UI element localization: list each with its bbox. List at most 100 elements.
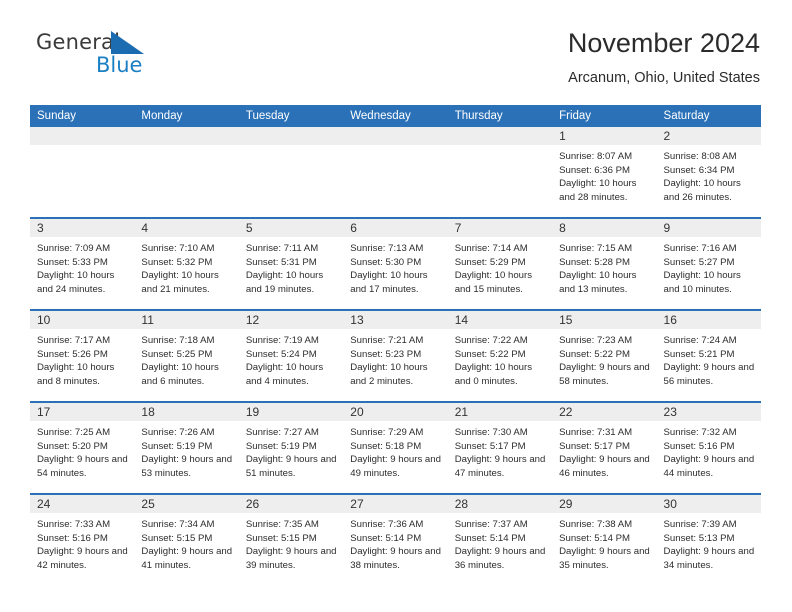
daylight-text: Daylight: 9 hours and 39 minutes. xyxy=(245,546,337,571)
day-details: Sunrise: 7:23 AM Sunset: 5:22 PM Daylight:… xyxy=(552,329,656,388)
day-number: 8 xyxy=(552,219,657,237)
day-number: 15 xyxy=(552,311,657,329)
calendar-cell-day[interactable]: 27 Sunrise: 7:36 AM Sunset: 5:14 PM Dayligh… xyxy=(343,493,448,585)
day-number: 5 xyxy=(238,219,344,237)
sunset-text: Sunset: 5:17 PM xyxy=(454,440,526,452)
sunrise-text: Sunrise: 7:26 AM xyxy=(141,427,215,438)
calendar-cell-day[interactable]: 28 Sunrise: 7:37 AM Sunset: 5:14 PM Dayligh… xyxy=(447,493,553,585)
calendar-cell-day[interactable]: 16 Sunrise: 7:24 AM Sunset: 5:21 PM Dayligh… xyxy=(656,309,761,402)
calendar-cell-day[interactable]: 22 Sunrise: 7:31 AM Sunset: 5:17 PM Dayligh… xyxy=(552,401,657,494)
calendar-cell-day[interactable]: 10 Sunrise: 7:17 AM Sunset: 5:26 PM Dayligh… xyxy=(30,309,135,402)
sunset-text: Sunset: 5:27 PM xyxy=(663,256,735,268)
sunrise-text: Sunrise: 7:39 AM xyxy=(663,519,737,530)
day-details: Sunrise: 7:27 AM Sunset: 5:19 PM Daylight:… xyxy=(239,421,343,480)
calendar-cell-day[interactable]: 23 Sunrise: 7:32 AM Sunset: 5:16 PM Dayligh… xyxy=(656,401,761,494)
sunset-text: Sunset: 5:22 PM xyxy=(559,348,631,360)
day-number: 14 xyxy=(447,311,553,329)
calendar-cell-day[interactable]: 2 Sunrise: 8:08 AM Sunset: 6:34 PM Daylight… xyxy=(656,127,761,218)
calendar-cell-day[interactable]: 9 Sunrise: 7:16 AM Sunset: 5:27 PM Daylight… xyxy=(656,217,761,310)
calendar-cell-day[interactable]: 14 Sunrise: 7:22 AM Sunset: 5:22 PM Dayligh… xyxy=(447,309,553,402)
calendar-cell-day[interactable]: 11 Sunrise: 7:18 AM Sunset: 5:25 PM Dayligh… xyxy=(134,309,239,402)
calendar-cell-day[interactable]: 19 Sunrise: 7:27 AM Sunset: 5:19 PM Dayligh… xyxy=(238,401,344,494)
calendar-cell-day[interactable]: 13 Sunrise: 7:21 AM Sunset: 5:23 PM Dayligh… xyxy=(343,309,448,402)
calendar-cell-day[interactable]: 29 Sunrise: 7:38 AM Sunset: 5:14 PM Dayligh… xyxy=(552,493,657,585)
day-number xyxy=(343,127,448,145)
day-details: Sunrise: 7:21 AM Sunset: 5:23 PM Daylight:… xyxy=(343,329,447,388)
calendar-cell-day[interactable]: 24 Sunrise: 7:33 AM Sunset: 5:16 PM Dayligh… xyxy=(30,493,135,585)
calendar-cell-day[interactable]: 8 Sunrise: 7:15 AM Sunset: 5:28 PM Daylight… xyxy=(552,217,657,310)
sunset-text: Sunset: 5:24 PM xyxy=(245,348,317,360)
daylight-text: Daylight: 10 hours and 28 minutes. xyxy=(559,178,637,203)
daylight-text: Daylight: 9 hours and 46 minutes. xyxy=(559,454,650,479)
sunset-text: Sunset: 6:36 PM xyxy=(559,164,631,176)
day-details: Sunrise: 7:17 AM Sunset: 5:26 PM Daylight:… xyxy=(30,329,134,388)
page-header: General Blue November 2024 Arcanum, Ohio… xyxy=(30,26,760,98)
sunrise-text: Sunrise: 7:33 AM xyxy=(37,519,111,530)
weekday-header-friday: Friday xyxy=(552,105,657,127)
calendar-header-row: Sunday Monday Tuesday Wednesday Thursday… xyxy=(30,105,761,127)
day-details: Sunrise: 7:19 AM Sunset: 5:24 PM Daylight:… xyxy=(239,329,343,388)
day-details: Sunrise: 7:38 AM Sunset: 5:14 PM Daylight:… xyxy=(552,513,656,572)
sunrise-text: Sunrise: 7:35 AM xyxy=(245,519,319,530)
calendar-cell-day[interactable]: 5 Sunrise: 7:11 AM Sunset: 5:31 PM Daylight… xyxy=(238,217,344,310)
day-number: 28 xyxy=(447,495,553,513)
daylight-text: Daylight: 10 hours and 21 minutes. xyxy=(141,270,219,295)
day-number: 6 xyxy=(343,219,448,237)
sunset-text: Sunset: 5:14 PM xyxy=(350,532,422,544)
logo-text-blue: Blue xyxy=(96,53,143,77)
daylight-text: Daylight: 10 hours and 24 minutes. xyxy=(37,270,115,295)
calendar-cell-day[interactable]: 25 Sunrise: 7:34 AM Sunset: 5:15 PM Dayligh… xyxy=(134,493,239,585)
day-number: 9 xyxy=(656,219,761,237)
day-number: 21 xyxy=(447,403,553,421)
calendar-cell-day[interactable]: 18 Sunrise: 7:26 AM Sunset: 5:19 PM Dayligh… xyxy=(134,401,239,494)
daylight-text: Daylight: 9 hours and 51 minutes. xyxy=(245,454,337,479)
sunset-text: Sunset: 5:19 PM xyxy=(141,440,213,452)
day-number: 2 xyxy=(656,127,761,145)
calendar-cell-day[interactable]: 21 Sunrise: 7:30 AM Sunset: 5:17 PM Dayligh… xyxy=(447,401,553,494)
day-number: 12 xyxy=(238,311,344,329)
calendar-cell-day[interactable]: 7 Sunrise: 7:14 AM Sunset: 5:29 PM Daylight… xyxy=(447,217,553,310)
sunset-text: Sunset: 5:18 PM xyxy=(350,440,422,452)
calendar-cell-day[interactable]: 26 Sunrise: 7:35 AM Sunset: 5:15 PM Dayligh… xyxy=(238,493,344,585)
sunrise-text: Sunrise: 7:19 AM xyxy=(245,335,319,346)
calendar-cell-day[interactable]: 4 Sunrise: 7:10 AM Sunset: 5:32 PM Daylight… xyxy=(134,217,239,310)
daylight-text: Daylight: 10 hours and 26 minutes. xyxy=(663,178,741,203)
sunset-text: Sunset: 5:15 PM xyxy=(141,532,213,544)
sunrise-text: Sunrise: 7:29 AM xyxy=(350,427,424,438)
calendar-week-row: 10 Sunrise: 7:17 AM Sunset: 5:26 PM Dayligh… xyxy=(30,309,761,402)
day-details: Sunrise: 7:13 AM Sunset: 5:30 PM Daylight:… xyxy=(343,237,447,296)
daylight-text: Daylight: 10 hours and 19 minutes. xyxy=(245,270,324,295)
calendar-cell-day[interactable]: 20 Sunrise: 7:29 AM Sunset: 5:18 PM Dayligh… xyxy=(343,401,448,494)
calendar-cell-day[interactable]: 12 Sunrise: 7:19 AM Sunset: 5:24 PM Dayligh… xyxy=(238,309,344,402)
day-number: 20 xyxy=(343,403,448,421)
sunrise-text: Sunrise: 7:24 AM xyxy=(663,335,737,346)
day-details: Sunrise: 7:31 AM Sunset: 5:17 PM Daylight:… xyxy=(552,421,656,480)
sunrise-text: Sunrise: 8:07 AM xyxy=(559,151,633,162)
calendar-cell-day[interactable]: 17 Sunrise: 7:25 AM Sunset: 5:20 PM Dayligh… xyxy=(30,401,135,494)
daylight-text: Daylight: 10 hours and 17 minutes. xyxy=(350,270,428,295)
calendar-cell-day[interactable]: 1 Sunrise: 8:07 AM Sunset: 6:36 PM Daylight… xyxy=(552,127,657,218)
sunset-text: Sunset: 5:32 PM xyxy=(141,256,213,268)
weekday-header-monday: Monday xyxy=(134,105,239,127)
daylight-text: Daylight: 9 hours and 42 minutes. xyxy=(37,546,128,571)
calendar-cell-day[interactable]: 3 Sunrise: 7:09 AM Sunset: 5:33 PM Daylight… xyxy=(30,217,135,310)
day-number: 4 xyxy=(134,219,239,237)
weekday-header-wednesday: Wednesday xyxy=(343,105,448,127)
sunset-text: Sunset: 5:16 PM xyxy=(37,532,108,544)
day-number: 1 xyxy=(552,127,657,145)
sunset-text: Sunset: 5:33 PM xyxy=(37,256,108,268)
daylight-text: Daylight: 9 hours and 58 minutes. xyxy=(559,362,650,387)
daylight-text: Daylight: 10 hours and 6 minutes. xyxy=(141,362,219,387)
daylight-text: Daylight: 10 hours and 15 minutes. xyxy=(454,270,533,295)
day-number xyxy=(30,127,135,145)
day-number: 3 xyxy=(30,219,135,237)
sunset-text: Sunset: 5:28 PM xyxy=(559,256,631,268)
sunrise-text: Sunrise: 7:31 AM xyxy=(559,427,633,438)
calendar-cell-day[interactable]: 30 Sunrise: 7:39 AM Sunset: 5:13 PM Dayligh… xyxy=(656,493,761,585)
calendar-cell-day[interactable]: 15 Sunrise: 7:23 AM Sunset: 5:22 PM Dayligh… xyxy=(552,309,657,402)
sunrise-text: Sunrise: 7:21 AM xyxy=(350,335,424,346)
daylight-text: Daylight: 9 hours and 47 minutes. xyxy=(454,454,546,479)
general-blue-logo: General Blue xyxy=(36,30,206,86)
day-details: Sunrise: 7:10 AM Sunset: 5:32 PM Daylight:… xyxy=(134,237,238,296)
calendar-cell-day[interactable]: 6 Sunrise: 7:13 AM Sunset: 5:30 PM Daylight… xyxy=(343,217,448,310)
